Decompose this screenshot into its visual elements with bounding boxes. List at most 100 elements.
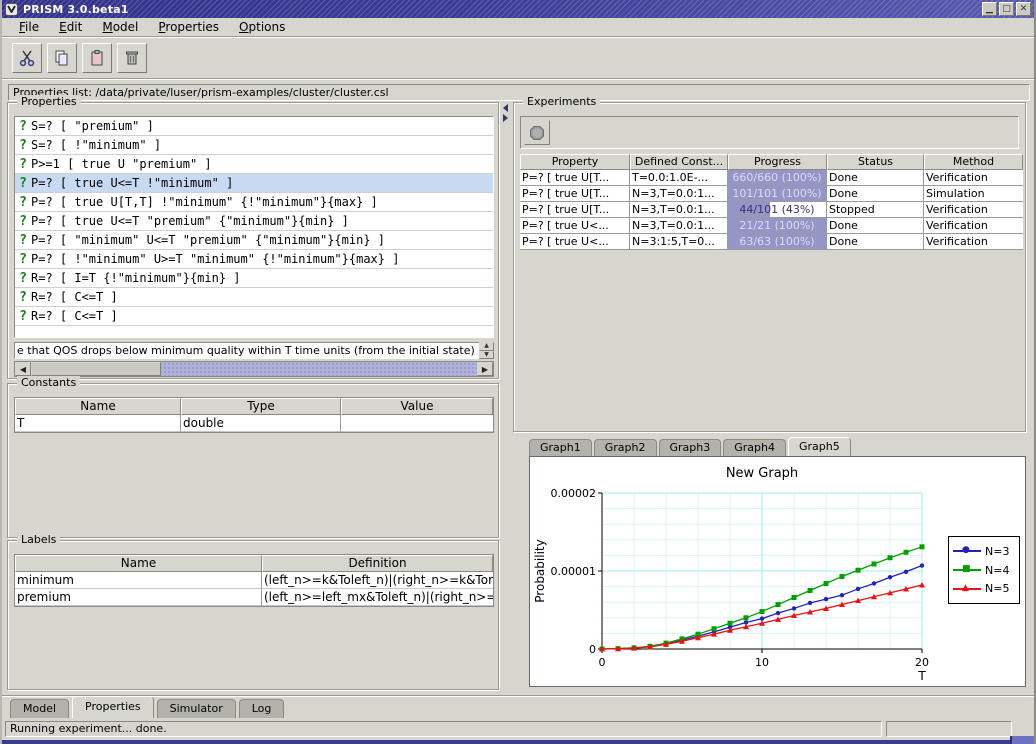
property-list-item[interactable]: ?P=? [ true U[T,T] !"minimum" {!"minimum…: [15, 193, 493, 212]
properties-group: Properties ?S=? [ "premium" ] ?S=? [ !"m…: [7, 102, 499, 379]
property-list[interactable]: ?S=? [ "premium" ] ?S=? [ !"minimum" ] ?…: [14, 116, 494, 338]
tab-graph4[interactable]: Graph4: [723, 439, 786, 456]
tab-properties[interactable]: Properties: [72, 696, 154, 718]
property-list-item[interactable]: ?P=? [ !"minimum" U>=T "minimum" {!"mini…: [15, 250, 493, 269]
tab-graph5[interactable]: Graph5: [788, 437, 851, 456]
experiment-row[interactable]: P=? [ true U[T... N=3,T=0.0:1... 101/101…: [520, 186, 1023, 202]
property-list-item[interactable]: ?P=? [ "minimum" U<=T "premium" {"minimu…: [15, 231, 493, 250]
question-mark-icon: ?: [15, 138, 31, 153]
menu-bar: File Edit Model Properties Options: [2, 18, 1034, 37]
constant-value-cell[interactable]: [341, 415, 493, 432]
copy-button[interactable]: [47, 43, 77, 73]
label-name-cell[interactable]: premium: [15, 589, 262, 606]
property-list-item[interactable]: ?R=? [ I=T {!"minimum"}{min} ]: [15, 269, 493, 288]
label-name-cell[interactable]: minimum: [15, 572, 262, 589]
scrollbar-thumb[interactable]: [31, 362, 161, 376]
tab-graph1[interactable]: Graph1: [529, 439, 592, 456]
cut-scissors-icon: [18, 49, 36, 67]
tab-graph2[interactable]: Graph2: [594, 439, 657, 456]
experiment-row[interactable]: P=? [ true U[T... N=3,T=0.0:1... 44/101 …: [520, 202, 1023, 218]
tab-graph3[interactable]: Graph3: [659, 439, 722, 456]
exp-col-status[interactable]: Status: [827, 154, 924, 170]
main-area: Properties ?S=? [ "premium" ] ?S=? [ !"m…: [2, 101, 1036, 694]
label-definition-cell[interactable]: (left_n>=left_mx&Toleft_n)|(right_n>=r..…: [262, 589, 493, 606]
question-mark-icon: ?: [15, 119, 31, 134]
minimize-button[interactable]: ▁: [982, 2, 997, 16]
menu-edit[interactable]: Edit: [52, 18, 89, 36]
question-mark-icon: ?: [15, 233, 31, 248]
scroll-left-icon[interactable]: ◀: [15, 362, 31, 376]
question-mark-icon: ?: [15, 176, 31, 191]
property-list-item[interactable]: ?R=? [ C<=T ]: [15, 307, 493, 326]
comment-spinner: ▲ ▼: [479, 342, 494, 359]
constant-name-cell[interactable]: T: [15, 415, 181, 432]
stop-octagon-icon: [529, 125, 545, 141]
experiment-row[interactable]: P=? [ true U[T... T=0.0:1.0E-... 660/660…: [520, 170, 1023, 186]
close-button[interactable]: ✕: [1016, 2, 1031, 16]
property-text: P=? [ true U[T,T] !"minimum" {!"minimum"…: [31, 195, 378, 209]
exp-col-method[interactable]: Method: [924, 154, 1023, 170]
property-list-item-selected[interactable]: ?P=? [ true U<=T !"minimum" ]: [15, 174, 493, 193]
exp-property-cell: P=? [ true U<...: [520, 218, 630, 234]
exp-method-cell: Verification: [924, 170, 1023, 186]
menu-options[interactable]: Options: [232, 18, 292, 36]
vertical-splitter[interactable]: [500, 102, 511, 692]
labels-col-definition: Definition: [262, 555, 493, 572]
property-list-item[interactable]: ?R=? [ C<=T ]: [15, 288, 493, 307]
comment-horizontal-scrollbar[interactable]: ◀ ▶: [14, 361, 494, 377]
spinner-down-icon[interactable]: ▼: [479, 351, 494, 360]
experiments-group-title: Experiments: [523, 95, 600, 108]
cut-button[interactable]: [12, 43, 42, 73]
exp-method-cell: Verification: [924, 218, 1023, 234]
question-mark-icon: ?: [15, 271, 31, 286]
window-frame-bottom: [2, 740, 1034, 744]
exp-col-progress[interactable]: Progress: [728, 154, 827, 170]
exp-property-cell: P=? [ true U[T...: [520, 202, 630, 218]
tab-model[interactable]: Model: [10, 699, 69, 718]
property-list-item[interactable]: ?S=? [ "premium" ]: [15, 117, 493, 136]
window-menu-icon[interactable]: [5, 3, 18, 16]
status-bar: Running experiment... done.: [2, 719, 1034, 739]
delete-trash-icon: [123, 49, 141, 67]
question-mark-icon: ?: [15, 252, 31, 267]
menu-model[interactable]: Model: [95, 18, 145, 36]
menu-file[interactable]: File: [12, 18, 46, 36]
constants-row[interactable]: T double: [15, 415, 493, 432]
splitter-collapse-left-icon[interactable]: [503, 104, 508, 112]
experiment-row[interactable]: P=? [ true U<... N=3,T=0.0:1... 21/21 (1…: [520, 218, 1023, 234]
property-list-item[interactable]: ?S=? [ !"minimum" ]: [15, 136, 493, 155]
property-list-item[interactable]: ?P>=1 [ true U "premium" ]: [15, 155, 493, 174]
exp-constants-cell: N=3,T=0.0:1...: [630, 202, 728, 218]
maximize-button[interactable]: □: [999, 2, 1014, 16]
property-text: P>=1 [ true U "premium" ]: [31, 157, 212, 171]
exp-method-cell: Verification: [924, 234, 1023, 250]
constants-table: Name Type Value T double: [14, 397, 494, 433]
paste-button[interactable]: [82, 43, 112, 73]
paste-clipboard-icon: [88, 49, 106, 67]
exp-constants-cell: N=3,T=0.0:1...: [630, 218, 728, 234]
delete-button[interactable]: [117, 43, 147, 73]
title-bar[interactable]: PRISM 3.0.beta1 ▁ □ ✕: [2, 0, 1034, 18]
label-definition-cell[interactable]: (left_n>=k&Toleft_n)|(right_n>=k&Tori...: [262, 572, 493, 589]
property-list-item[interactable]: ?P=? [ true U<=T "premium" {"minimum"}{m…: [15, 212, 493, 231]
spinner-up-icon[interactable]: ▲: [479, 342, 494, 351]
experiments-group: Experiments Property Defined Const... Pr…: [513, 102, 1026, 432]
tab-log[interactable]: Log: [239, 699, 285, 718]
exp-col-property[interactable]: Property: [520, 154, 630, 170]
splitter-collapse-right-icon[interactable]: [503, 114, 508, 122]
labels-row[interactable]: premium (left_n>=left_mx&Toleft_n)|(righ…: [15, 589, 493, 606]
svg-text:0.00001: 0.00001: [551, 565, 597, 578]
menu-properties[interactable]: Properties: [151, 18, 226, 36]
labels-row[interactable]: minimum (left_n>=k&Toleft_n)|(right_n>=k…: [15, 572, 493, 589]
svg-text:New Graph: New Graph: [726, 466, 798, 481]
stop-experiment-button[interactable]: [524, 120, 550, 145]
exp-property-cell: P=? [ true U[T...: [520, 170, 630, 186]
scroll-right-icon[interactable]: ▶: [477, 362, 493, 376]
experiment-row[interactable]: P=? [ true U<... N=3:1:5,T=0... 63/63 (1…: [520, 234, 1023, 250]
resize-grip[interactable]: [1010, 736, 1034, 744]
constant-type-cell[interactable]: double: [181, 415, 341, 432]
property-text: S=? [ !"minimum" ]: [31, 138, 161, 152]
exp-col-constants[interactable]: Defined Const...: [630, 154, 728, 170]
property-comment-field[interactable]: e that QOS drops below minimum quality w…: [14, 342, 479, 359]
tab-simulator[interactable]: Simulator: [157, 699, 236, 718]
